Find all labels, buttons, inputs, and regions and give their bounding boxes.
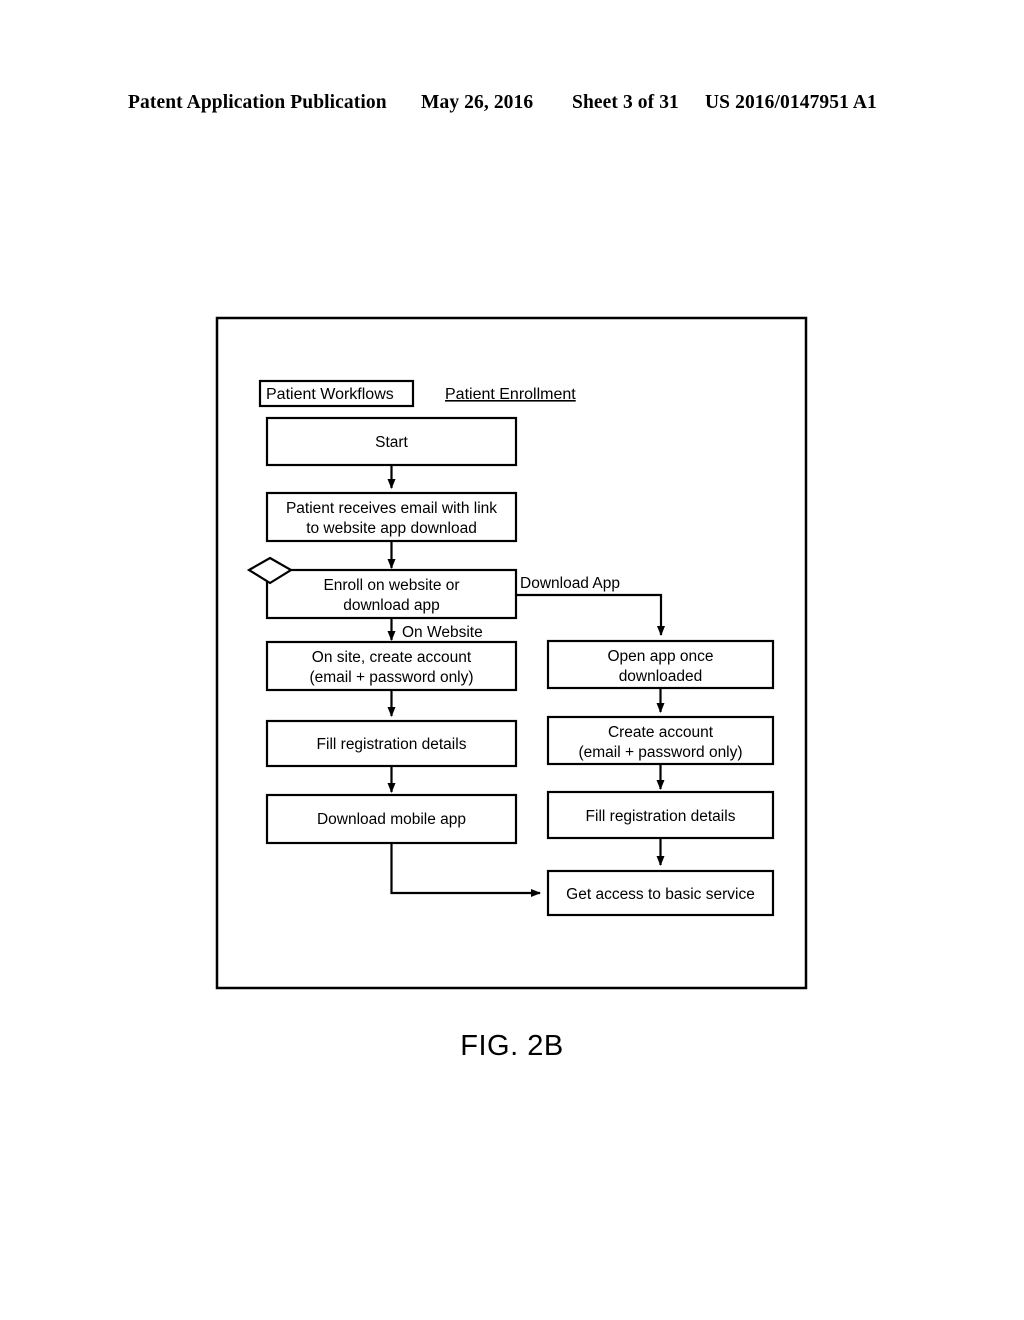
header-publication-title: Patent Application Publication <box>128 92 387 113</box>
node-site-create-account: On site, create account (email + passwor… <box>265 640 518 692</box>
edge-label-on-website: On Website <box>402 624 483 641</box>
header-document-number: US 2016/0147951 A1 <box>705 92 877 113</box>
patent-header: Patent Application Publication May 26, 2… <box>0 86 1024 120</box>
node-create-account-right-line2: (email + password only) <box>578 744 742 761</box>
node-decision: Enroll on website or download app <box>246 556 518 620</box>
node-receive-email: Patient receives email with link to webs… <box>265 491 518 543</box>
node-decision-line1: Enroll on website or <box>323 577 459 594</box>
diagram-title-text: Patient Enrollment <box>445 386 576 403</box>
header-publication-date: May 26, 2016 <box>421 92 534 113</box>
node-open-app-line1: Open app once <box>607 648 713 665</box>
node-download-mobile-app: Download mobile app <box>265 793 518 845</box>
node-fill-registration-left: Fill registration details <box>265 719 518 768</box>
node-get-access-label: Get access to basic service <box>566 886 755 903</box>
node-receive-email-line2: to website app download <box>306 520 477 537</box>
node-create-account-right-line1: Create account <box>608 724 714 741</box>
node-decision-line2: download app <box>343 597 440 614</box>
figure-caption: FIG. 2B <box>460 1030 564 1062</box>
node-open-app: Open app once downloaded <box>546 639 775 690</box>
edge-decision-to-open-app <box>516 593 665 636</box>
flowchart-svg: Patient Workflows Patient Enrollment Sta… <box>215 316 808 990</box>
node-fill-registration-right: Fill registration details <box>546 790 775 840</box>
node-get-access: Get access to basic service <box>546 869 775 917</box>
figure-2b: Patient Workflows Patient Enrollment Sta… <box>205 310 815 1000</box>
node-download-mobile-app-label: Download mobile app <box>317 811 466 828</box>
node-fill-registration-left-label: Fill registration details <box>317 736 467 753</box>
node-start: Start <box>265 416 518 467</box>
node-site-create-account-line1: On site, create account <box>312 649 472 666</box>
node-open-app-line2: downloaded <box>619 668 703 685</box>
node-fill-registration-right-label: Fill registration details <box>586 808 736 825</box>
header-sheet-number: Sheet 3 of 31 <box>572 92 679 113</box>
node-create-account-right: Create account (email + password only) <box>546 715 775 766</box>
node-site-create-account-line2: (email + password only) <box>309 669 473 686</box>
node-receive-email-line1: Patient receives email with link <box>286 500 497 517</box>
swimlane-label-text: Patient Workflows <box>266 386 394 403</box>
node-start-label: Start <box>375 434 408 451</box>
edge-download-mobile-app-to-get-access <box>390 843 541 897</box>
edge-label-download-app: Download App <box>520 575 620 592</box>
